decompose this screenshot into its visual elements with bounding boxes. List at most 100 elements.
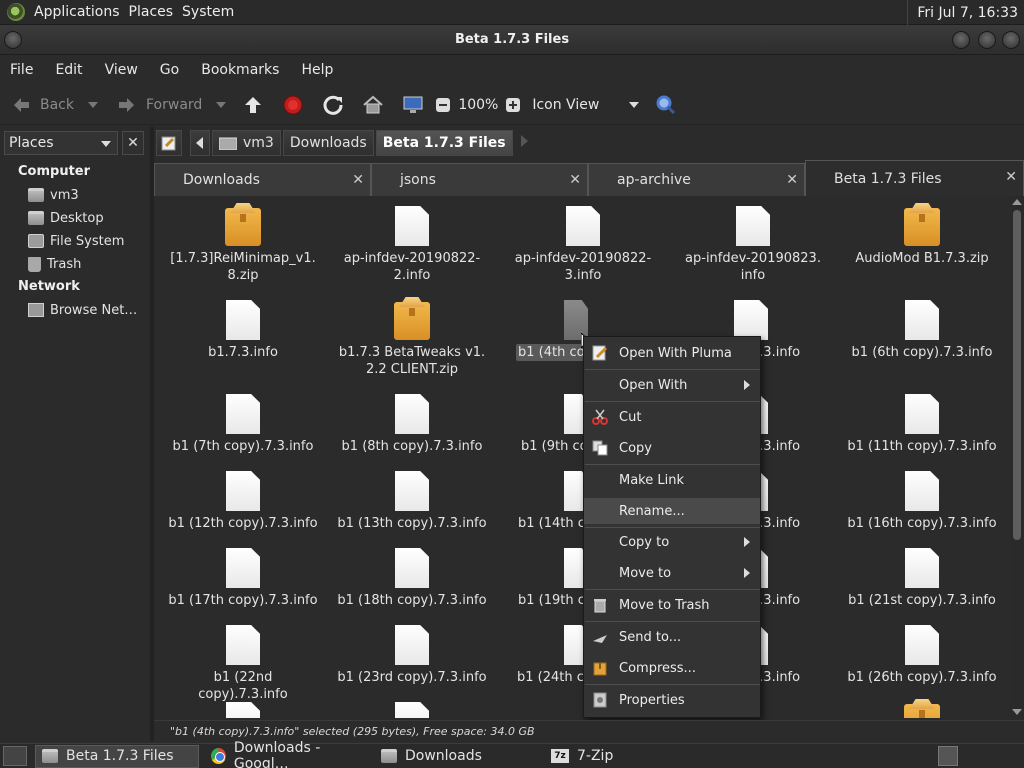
file-item[interactable]: b1 (16th copy).7.3.info [847,469,997,532]
places-menu[interactable]: Places [129,4,174,20]
zoom-out-icon[interactable] [432,94,454,116]
file-item[interactable]: [1.7.3]ReiMinimap_v1. 8.zip [168,204,318,284]
menu-go[interactable]: Go [160,62,179,78]
menu-edit[interactable]: Edit [55,62,82,78]
file-item[interactable]: b1 (6th copy).7.3.info [847,298,997,361]
search-icon[interactable] [655,94,677,116]
taskbar-item-beta-files[interactable]: Beta 1.7.3 Files [35,744,199,768]
maximize-button[interactable] [978,31,996,49]
sidebar-item-desktop[interactable]: Desktop [28,208,104,228]
applications-menu[interactable]: Applications [34,4,120,20]
scroll-up-icon[interactable] [1012,199,1022,205]
ctx-copy[interactable]: Copy [584,435,760,461]
file-item[interactable]: b1 (8th copy).7.3.info [337,392,487,455]
crumb-downloads[interactable]: Downloads [282,130,374,156]
file-item[interactable]: b1.7.3.info [168,298,318,361]
tab-beta-files[interactable]: Beta 1.7.3 Files ✕ [805,160,1024,196]
crumb-scroll-right[interactable] [520,135,529,151]
file-item[interactable]: b1.7.3 BetaTweaks v1. 2.2 CLIENT.zip [337,298,487,378]
view-mode-select[interactable]: Icon View [532,85,640,125]
up-arrow-icon[interactable] [242,94,264,116]
file-item[interactable]: b1 (14th co [508,469,593,532]
stop-icon[interactable] [282,94,304,116]
ctx-make-link[interactable]: Make Link [584,467,760,493]
scrollbar-thumb[interactable] [1013,210,1021,540]
back-history-dropdown[interactable] [88,101,98,108]
reload-icon[interactable] [322,94,344,116]
window-menu-button[interactable] [4,31,22,49]
file-item[interactable] [168,700,318,718]
file-item[interactable]: b1 (13th copy).7.3.info [337,469,487,532]
file-item[interactable]: b1 (21st copy).7.3.info [847,546,997,609]
file-item[interactable] [337,700,487,718]
sidebar-item-file-system[interactable]: File System [28,231,124,251]
taskbar-item-downloads[interactable]: Downloads [375,745,539,768]
distro-logo-icon[interactable] [7,3,25,21]
crumb-beta-files[interactable]: Beta 1.7.3 Files [375,130,513,156]
close-icon[interactable]: ✕ [786,172,798,188]
minimize-button[interactable] [952,31,970,49]
taskbar-item-chrome[interactable]: Downloads - Googl… [205,740,369,768]
file-item[interactable]: b1 (23rd copy).7.3.info [337,623,487,686]
zoom-in-icon[interactable] [502,94,524,116]
window-titlebar[interactable]: Beta 1.7.3 Files [0,25,1024,55]
file-item[interactable]: b1 (26th copy).7.3.info [847,623,997,686]
close-window-button[interactable] [1002,31,1020,49]
file-item[interactable]: ap-infdev-20190822- 3.info [508,204,658,284]
tab-downloads[interactable]: Downloads ✕ [154,163,371,196]
edit-location-button[interactable] [156,130,182,156]
menu-help[interactable]: Help [301,62,333,78]
sidebar-item-trash[interactable]: Trash [28,254,81,274]
crumb-scroll-left[interactable] [190,130,210,156]
ctx-send-to[interactable]: Send to... [584,624,760,650]
file-item[interactable]: b1 (9th co [508,392,588,455]
close-icon[interactable]: ✕ [569,172,581,188]
file-item[interactable] [847,700,997,718]
ctx-cut[interactable]: Cut [584,404,760,430]
file-item[interactable]: b1 (17th copy).7.3.info [168,546,318,609]
sidebar-item-vm3[interactable]: vm3 [28,185,79,205]
ctx-open-with[interactable]: Open With [584,372,760,398]
ctx-rename[interactable]: Rename... [584,498,760,524]
file-item[interactable]: b1 (11th copy).7.3.info [847,392,997,455]
crumb-vm3[interactable]: vm3 [212,130,281,156]
system-menu[interactable]: System [182,4,234,20]
file-item[interactable]: b1 (22nd copy).7.3.info [168,623,318,703]
forward-button[interactable]: Forward [116,85,227,125]
file-item[interactable]: b1 (24th co [508,623,592,686]
tab-ap-archive[interactable]: ap-archive ✕ [588,163,805,196]
file-item[interactable]: b1 (18th copy).7.3.info [337,546,487,609]
scroll-down-icon[interactable] [1012,709,1022,715]
clock[interactable]: Fri Jul 7, 16:33 [907,0,1024,25]
tab-jsons[interactable]: jsons ✕ [371,163,588,196]
sidebar-item-browse-network[interactable]: Browse Net… [28,300,137,320]
menu-file[interactable]: File [10,62,33,78]
forward-history-dropdown[interactable] [216,101,227,108]
ctx-copy-to[interactable]: Copy to [584,529,760,555]
file-item[interactable]: b1 (19th co [508,546,593,609]
home-icon[interactable] [362,94,384,116]
file-item[interactable]: b1 (12th copy).7.3.info [168,469,318,532]
file-item-selected[interactable]: b1 (4th co [508,298,588,361]
file-item[interactable]: ap-infdev-20190822- 2.info [337,204,487,284]
ctx-open-with-pluma[interactable]: Open With Pluma [584,340,760,366]
sidebar-close-button[interactable]: ✕ [122,131,144,155]
menu-bookmarks[interactable]: Bookmarks [201,62,279,78]
workspace-switcher[interactable] [938,746,958,766]
ctx-move-to-trash[interactable]: Move to Trash [584,592,760,618]
sidebar-selector[interactable]: Places [4,131,118,155]
close-icon[interactable]: ✕ [1005,169,1017,185]
show-desktop-icon[interactable] [3,746,27,766]
taskbar-item-7zip[interactable]: 7z 7-Zip [545,745,709,768]
menu-view[interactable]: View [105,62,138,78]
computer-icon[interactable] [402,94,424,116]
file-item[interactable]: ap-infdev-20190823. info [678,204,828,284]
vertical-scrollbar[interactable] [1010,196,1024,718]
ctx-compress[interactable]: Compress... [584,655,760,681]
file-item[interactable]: AudioMod B1.7.3.zip [847,204,997,267]
file-item[interactable]: b1 (7th copy).7.3.info [168,392,318,455]
back-button[interactable]: Back [10,85,98,125]
ctx-move-to[interactable]: Move to [584,560,760,586]
close-icon[interactable]: ✕ [352,172,364,188]
ctx-properties[interactable]: Properties [584,687,760,713]
